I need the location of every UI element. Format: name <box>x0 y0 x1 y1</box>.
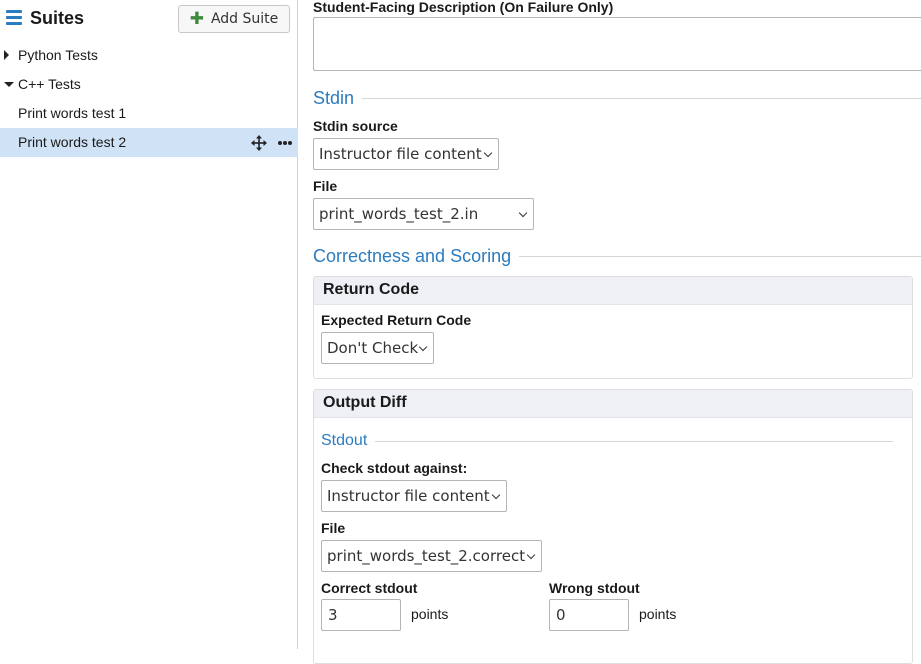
chevron-down-icon <box>518 208 528 218</box>
stdout-section-header: Stdout <box>321 431 893 451</box>
add-suite-label: Add Suite <box>210 11 279 27</box>
output-diff-title: Output Diff <box>314 390 912 418</box>
check-stdout-label: Check stdout against: <box>321 460 468 476</box>
expected-return-code-select[interactable]: Don't Check <box>321 332 434 364</box>
description-label: Student-Facing Description (On Failure O… <box>313 0 614 15</box>
wrong-stdout-label: Wrong stdout <box>549 580 640 596</box>
output-diff-panel: Output Diff Stdout Check stdout against:… <box>313 389 913 664</box>
caret-down-icon[interactable] <box>4 82 14 87</box>
stdin-section-title: Stdin <box>313 87 355 108</box>
section-divider <box>375 440 893 442</box>
chevron-down-icon <box>483 148 493 158</box>
scoring-section-title: Correctness and Scoring <box>313 245 512 266</box>
stdout-file-select[interactable]: print_words_test_2.correct <box>321 540 542 572</box>
add-suite-button[interactable]: ✚ Add Suite <box>178 5 290 33</box>
chevron-down-icon <box>418 342 428 352</box>
caret-right-icon[interactable] <box>4 50 9 60</box>
expected-return-code-value: Don't Check <box>327 339 419 357</box>
stdin-file-select[interactable]: print_words_test_2.in <box>313 198 534 230</box>
suite-label: Python Tests <box>18 47 98 63</box>
section-divider <box>519 255 921 257</box>
test-case-print-words-1[interactable]: Print words test 1 <box>0 99 298 128</box>
stdout-file-label: File <box>321 520 346 536</box>
suite-label: C++ Tests <box>18 76 81 92</box>
expected-return-code-label: Expected Return Code <box>321 312 472 328</box>
return-code-title: Return Code <box>314 277 912 305</box>
chevron-down-icon <box>526 550 536 560</box>
points-label: points <box>411 606 449 622</box>
stdout-section-title: Stdout <box>321 432 368 449</box>
suite-cpp-tests[interactable]: C++ Tests <box>0 70 298 99</box>
description-textarea[interactable] <box>313 17 921 71</box>
correct-stdout-points-input[interactable] <box>321 599 401 631</box>
section-divider <box>362 97 921 99</box>
sidebar-header: Suites ✚ Add Suite <box>0 0 298 38</box>
stdin-file-value: print_words_test_2.in <box>319 205 479 223</box>
points-label: points <box>639 606 677 622</box>
more-options-icon[interactable] <box>277 140 293 146</box>
test-case-label: Print words test 2 <box>18 134 127 150</box>
stdin-source-select[interactable]: Instructor file content <box>313 138 499 170</box>
test-settings-panel: Student-Facing Description (On Failure O… <box>313 0 921 664</box>
return-code-panel: Return Code Expected Return Code Don't C… <box>313 276 913 379</box>
stdin-source-value: Instructor file content <box>319 145 482 163</box>
scoring-section-header: Correctness and Scoring <box>313 244 921 268</box>
test-case-print-words-2[interactable]: Print words test 2 <box>0 128 298 157</box>
stdin-section-header: Stdin <box>313 86 921 110</box>
plus-icon: ✚ <box>189 8 204 29</box>
hamburger-menu-icon[interactable] <box>6 10 22 25</box>
correct-stdout-label: Correct stdout <box>321 580 418 596</box>
suites-sidebar: Suites ✚ Add Suite Python Tests C++ Test… <box>0 0 298 649</box>
test-case-label: Print words test 1 <box>18 105 127 121</box>
suite-python-tests[interactable]: Python Tests <box>0 41 298 70</box>
chevron-down-icon <box>491 490 501 500</box>
wrong-stdout-points-input[interactable] <box>549 599 629 631</box>
move-icon[interactable] <box>251 135 267 151</box>
stdin-source-label: Stdin source <box>313 118 398 134</box>
check-stdout-value: Instructor file content <box>327 487 490 505</box>
stdin-file-label: File <box>313 178 338 194</box>
sidebar-title: Suites <box>30 8 85 28</box>
stdout-file-value: print_words_test_2.correct <box>327 547 526 565</box>
check-stdout-select[interactable]: Instructor file content <box>321 480 507 512</box>
